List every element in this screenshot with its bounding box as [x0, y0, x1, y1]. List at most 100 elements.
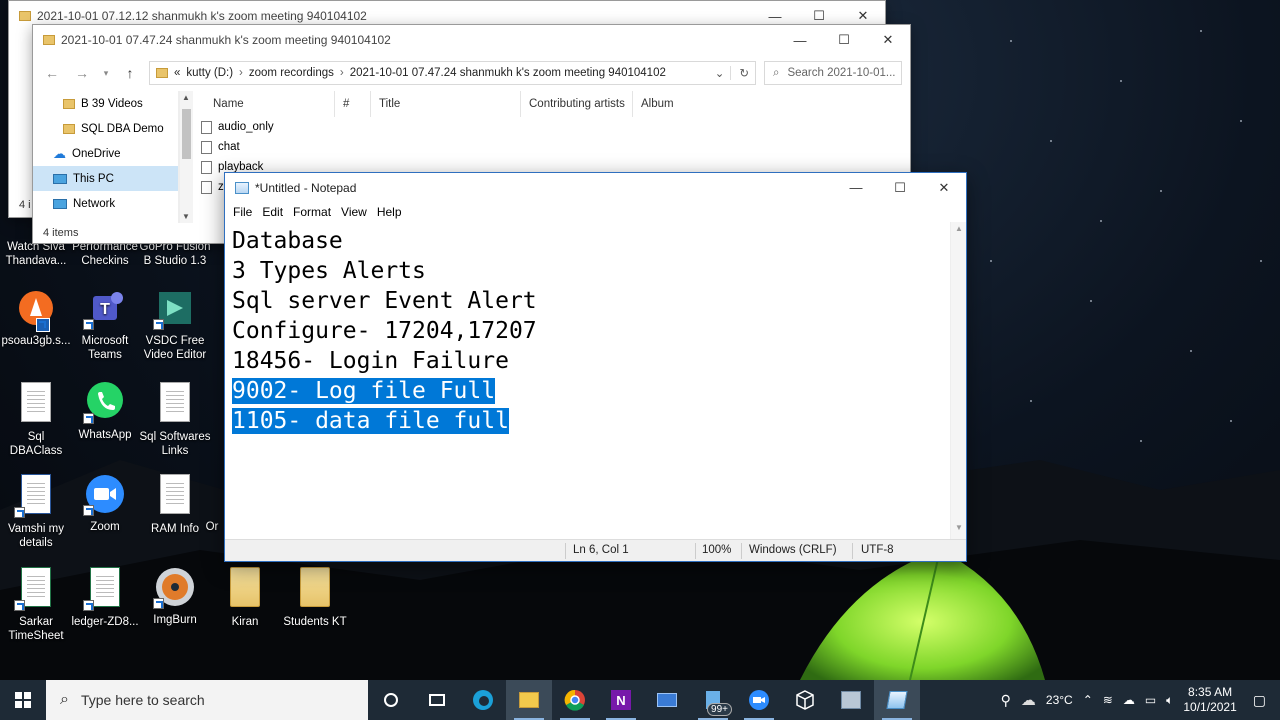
onedrive-cloud-icon[interactable]: ☁ [1123, 693, 1135, 707]
desktop-icon-watch-siva[interactable]: Watch Siva Thandava... [0, 240, 72, 268]
desktop-icon-sql-dbaclass[interactable]: Sql DBAClass [0, 380, 72, 458]
wifi-icon[interactable]: ≋ [1103, 693, 1113, 707]
nav-item-this-pc[interactable]: This PC [33, 166, 178, 191]
nav-scrollbar[interactable]: ▲ ▼ [179, 91, 193, 223]
start-button[interactable] [0, 680, 46, 720]
minimize-button[interactable]: — [834, 173, 878, 203]
close-button[interactable]: ✕ [922, 173, 966, 203]
menu-file[interactable]: File [231, 205, 260, 219]
column-number[interactable]: # [335, 91, 371, 117]
refresh-icon[interactable]: ↻ [730, 66, 749, 80]
column-album[interactable]: Album [633, 91, 743, 117]
taskbar-zoom[interactable] [736, 680, 782, 720]
nav-item-onedrive[interactable]: ☁ OneDrive [33, 141, 178, 166]
text-editor[interactable]: Database 3 Types Alerts Sql server Event A… [225, 222, 950, 539]
taskbar-onenote[interactable]: N [598, 680, 644, 720]
nav-item-b39-videos[interactable]: B 39 Videos [33, 91, 178, 116]
file-row[interactable]: chat [193, 137, 910, 157]
close-button[interactable]: ✕ [866, 25, 910, 55]
desktop-icon-ledger[interactable]: ledger-ZD8... [69, 565, 141, 629]
taskbar-file-explorer[interactable] [506, 680, 552, 720]
desktop-icon-students-kt[interactable]: Students KT [279, 565, 351, 629]
task-view-icon [429, 694, 445, 706]
weather-temperature[interactable]: 23°C [1046, 693, 1073, 707]
desktop-icon-kiran[interactable]: Kiran [209, 565, 281, 629]
taskbar-sql-server[interactable] [828, 680, 874, 720]
volume-icon[interactable]: 🔈︎ [1166, 693, 1173, 708]
line-ending: Windows (CRLF) [749, 544, 837, 556]
teams-icon: T [83, 286, 127, 330]
minimize-button[interactable]: — [778, 25, 822, 55]
breadcrumb-overflow[interactable]: « [174, 67, 180, 79]
taskbar-remote-desktop[interactable] [644, 680, 690, 720]
scroll-down-icon[interactable]: ▼ [182, 212, 190, 221]
menu-edit[interactable]: Edit [260, 205, 291, 219]
status-bar: 4 i [9, 195, 31, 215]
desktop-icon-vsdc[interactable]: VSDC Free Video Editor [139, 286, 211, 362]
cortana-button[interactable] [368, 680, 414, 720]
desktop-icon-teams[interactable]: T Microsoft Teams [69, 286, 141, 362]
desktop-icon-label: Sarkar TimeSheet [8, 616, 64, 642]
scroll-down-icon[interactable]: ▼ [951, 523, 967, 537]
taskbar-search[interactable]: ⌕ Type here to search [46, 680, 368, 720]
chevron-down-icon[interactable]: ⌄ [715, 66, 725, 80]
taskbar-notes[interactable]: 99+ [690, 680, 736, 720]
column-title[interactable]: Title [371, 91, 521, 117]
people-icon[interactable]: ⚲ [1001, 692, 1011, 709]
title-bar[interactable]: *Untitled - Notepad — ☐ ✕ [225, 173, 966, 202]
notifications-icon[interactable]: ▢ [1247, 692, 1272, 709]
notepad-window[interactable]: *Untitled - Notepad — ☐ ✕ File Edit Form… [224, 172, 967, 562]
desktop-icon-gopro-fusion[interactable]: GoPro Fusion B Studio 1.3 [139, 240, 211, 268]
desktop-icon-zoom[interactable]: Zoom [69, 472, 141, 534]
desktop-icon-vamshi-details[interactable]: Vamshi my details [0, 472, 72, 550]
menu-help[interactable]: Help [375, 205, 410, 219]
nav-item-sql-dba-demo[interactable]: SQL DBA Demo [33, 116, 178, 141]
scroll-up-icon[interactable]: ▲ [951, 224, 967, 238]
taskbar-chrome[interactable] [552, 680, 598, 720]
maximize-button[interactable]: ☐ [878, 173, 922, 203]
column-contributing-artists[interactable]: Contributing artists [521, 91, 633, 117]
desktop-icon-partial[interactable]: Or [200, 472, 224, 534]
chevron-up-icon[interactable]: ⌃ [1083, 693, 1093, 707]
folder-icon [156, 68, 168, 78]
menu-format[interactable]: Format [291, 205, 339, 219]
battery-icon[interactable]: ▭ [1145, 693, 1156, 707]
taskbar-notepad[interactable] [874, 680, 920, 720]
taskbar-edge[interactable] [460, 680, 506, 720]
desktop-icon-label: Watch Siva Thandava... [5, 241, 67, 267]
desktop-icon-whatsapp[interactable]: WhatsApp [69, 380, 141, 442]
chevron-down-icon[interactable]: ▾ [101, 68, 111, 79]
vsdc-icon [153, 286, 197, 330]
search-box[interactable]: ⌕ Search 2021-10-01... [764, 61, 902, 85]
computer-icon [53, 173, 67, 184]
zoom-icon [83, 472, 127, 516]
title-bar[interactable]: 2021-10-01 07.47.24 shanmukh k's zoom me… [33, 25, 910, 55]
editor-scrollbar[interactable]: ▲ ▼ [950, 222, 966, 539]
up-arrow-icon[interactable]: ↑ [119, 65, 141, 81]
menu-view[interactable]: View [339, 205, 375, 219]
forward-arrow-icon[interactable]: → [71, 65, 93, 81]
file-row[interactable]: audio_only [193, 117, 910, 137]
desktop-icon-performance-checkins[interactable]: Performance Checkins [69, 240, 141, 268]
desktop-icon-sarkar-timesheet[interactable]: Sarkar TimeSheet [0, 565, 72, 643]
column-name[interactable]: Name [193, 91, 335, 117]
desktop-icon-avast[interactable]: psoau3gb.s... [0, 286, 72, 348]
scroll-up-icon[interactable]: ▲ [182, 93, 190, 102]
back-arrow-icon[interactable]: ← [41, 65, 63, 81]
breadcrumb-drive[interactable]: kutty (D:) [186, 67, 233, 79]
weather-cloud-icon[interactable]: ☁ [1021, 691, 1036, 709]
nav-item-label: This PC [73, 172, 114, 185]
breadcrumb-meeting-folder[interactable]: 2021-10-01 07.47.24 shanmukh k's zoom me… [350, 67, 666, 79]
clock[interactable]: 8:35 AM 10/1/2021 [1183, 685, 1236, 715]
notification-badge: 99+ [707, 703, 732, 716]
desktop-icon-sql-softwares-links[interactable]: Sql Softwares Links [139, 380, 211, 458]
nav-item-network[interactable]: Network [33, 191, 178, 216]
taskbar-virtualbox[interactable] [782, 680, 828, 720]
scroll-thumb[interactable] [182, 109, 191, 159]
breadcrumb-zoom-recordings[interactable]: zoom recordings [249, 67, 334, 79]
address-bar[interactable]: « kutty (D:) › zoom recordings › 2021-10… [149, 61, 756, 85]
desktop-icon-imgburn[interactable]: ImgBurn [139, 565, 211, 627]
maximize-button[interactable]: ☐ [822, 25, 866, 55]
task-view-button[interactable] [414, 680, 460, 720]
folder-icon [63, 98, 75, 109]
